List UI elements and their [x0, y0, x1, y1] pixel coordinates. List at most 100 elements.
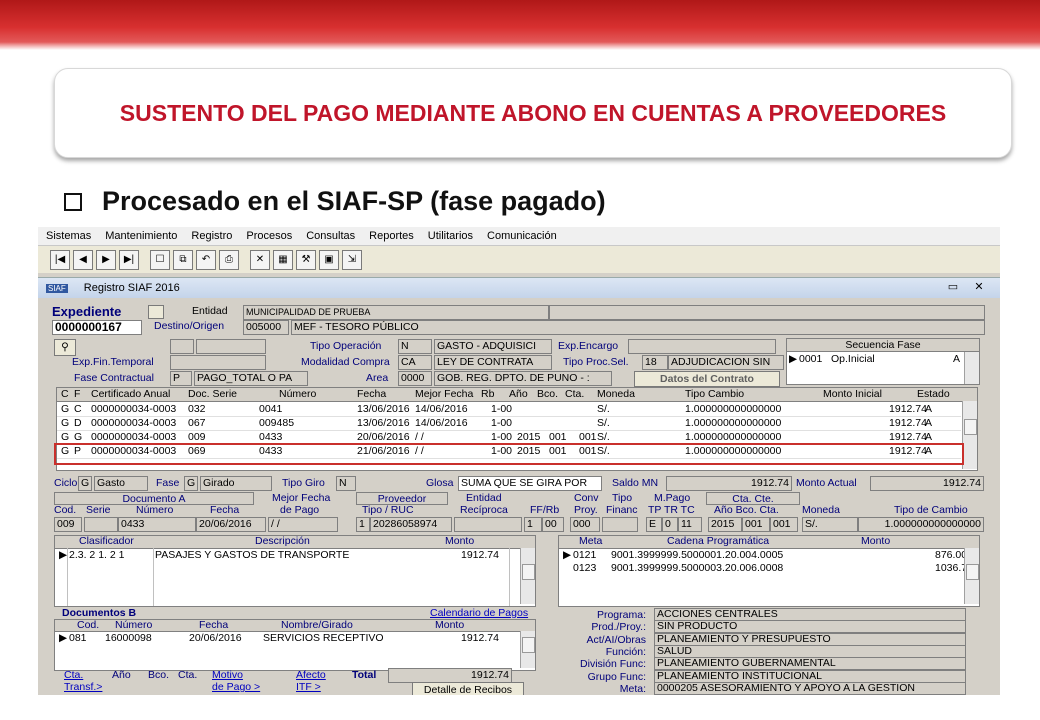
doc-numero-field[interactable]: 0433 [118, 517, 196, 532]
menu-sistemas[interactable]: Sistemas [46, 230, 91, 242]
menu-mantenimiento[interactable]: Mantenimiento [105, 230, 177, 242]
restore-button[interactable]: ▭ [942, 280, 964, 295]
clasificador-row[interactable]: ▶ 2.3. 2 1. 2 1 PASAJES Y GASTOS DE TRAN… [59, 548, 509, 562]
doc-cta-field[interactable]: 001 [770, 517, 798, 532]
itf-link[interactable]: ITF > [296, 681, 321, 694]
saldo-value[interactable]: 1912.74 [666, 476, 792, 491]
documento-b-row[interactable]: ▶ 081 16000098 20/06/2016 SERVICIOS RECE… [59, 631, 509, 645]
grid-row[interactable]: G C 0000000034-0003 032 0041 13/06/2016 14/06/… [57, 402, 961, 417]
prog-value[interactable]: 0000205 ASESORAMIENTO Y APOYO A LA GESTI… [654, 681, 966, 695]
secuencia-row[interactable]: ▶ 0001 Op.Inicial A [789, 352, 960, 366]
transf-link[interactable]: Transf.> [64, 681, 102, 694]
copy-icon[interactable]: ⧉ [173, 249, 193, 270]
tipo-proc-code[interactable]: 18 [642, 355, 668, 370]
prog-value[interactable]: PLANEAMIENTO Y PRESUPUESTO [654, 632, 966, 646]
doc-tipo-prov-field[interactable]: 1 [356, 517, 370, 532]
datos-contrato-button[interactable]: Datos del Contrato [634, 371, 780, 387]
menu-comunicacion[interactable]: Comunicación [487, 230, 557, 242]
menu-consultas[interactable]: Consultas [306, 230, 355, 242]
expediente-lookup-button[interactable] [148, 305, 164, 319]
doc-reciproca-field[interactable] [454, 517, 522, 532]
new-document-icon[interactable]: ☐ [150, 249, 170, 270]
menu-utilitarios[interactable]: Utilitarios [428, 230, 473, 242]
prog-value[interactable]: PLANEAMIENTO INSTITUCIONAL [654, 669, 966, 683]
save-icon[interactable]: ▣ [319, 249, 339, 270]
destino-name[interactable]: MEF - TESORO PÚBLICO [291, 320, 985, 335]
doc-ff-field[interactable]: 1 [524, 517, 542, 532]
prog-value[interactable]: SIN PRODUCTO [654, 620, 966, 634]
tipo-proc-value[interactable]: ADJUDICACION SIN [668, 355, 784, 370]
modalidad-code[interactable]: CA [398, 355, 432, 370]
doc-ruc-field[interactable]: 20286058974 [370, 517, 452, 532]
delete-icon[interactable]: ✕ [250, 249, 270, 270]
meta-scrollbar[interactable] [964, 548, 979, 604]
tipo-giro-code[interactable]: N [336, 476, 356, 491]
meta-scroll-thumb[interactable] [966, 564, 979, 580]
de-pago-link[interactable]: de Pago > [212, 681, 260, 694]
fase-code[interactable]: G [184, 476, 198, 491]
last-record-icon[interactable]: ▶| [119, 249, 139, 270]
doc-bco-field[interactable]: 001 [742, 517, 770, 532]
doc-serie-field[interactable] [84, 517, 118, 532]
secuencia-scrollbar[interactable] [964, 352, 979, 384]
doc-fecha-label: Fecha [210, 504, 240, 516]
undo-icon[interactable]: ↶ [196, 249, 216, 270]
detalle-recibos-button[interactable]: Detalle de Recibos [412, 682, 524, 695]
doc-moneda-field[interactable]: S/. [802, 517, 858, 532]
meta-row[interactable]: ▶ 0121 9001.3999999.5000001.20.004.0005 876… [563, 548, 967, 562]
doc-tp-field[interactable]: E [646, 517, 662, 532]
prog-value[interactable]: PLANEAMIENTO GUBERNAMENTAL [654, 657, 966, 671]
binoculars-icon[interactable]: ⚲ [54, 339, 76, 356]
doc-conv-field[interactable]: 000 [570, 517, 600, 532]
documentos-b-scrollbar[interactable] [520, 631, 535, 668]
ciclo-value[interactable]: Gasto [94, 476, 148, 491]
tipo-operacion-code[interactable]: N [398, 339, 432, 354]
menu-reportes[interactable]: Reportes [369, 230, 414, 242]
prog-value[interactable]: ACCIONES CENTRALES [654, 608, 966, 621]
close-button[interactable]: ✕ [968, 280, 990, 295]
area-code[interactable]: 0000 [398, 371, 432, 386]
exp-encargo-field[interactable] [628, 339, 776, 354]
doc-fecha-field[interactable]: 20/06/2016 [196, 517, 266, 532]
exit-icon[interactable]: ⇲ [342, 249, 362, 270]
grid-row[interactable]: G D 0000000034-0003 067 009485 13/06/2016 14/0… [57, 416, 961, 431]
doc-tc-field[interactable]: 11 [678, 517, 702, 532]
grid-icon[interactable]: ▦ [273, 249, 293, 270]
area-value[interactable]: GOB. REG. DPTO. DE PUNO - : [434, 371, 612, 386]
doc-cod-field[interactable]: 009 [54, 517, 82, 532]
doc-anio-field[interactable]: 2015 [708, 517, 742, 532]
doc-financ-field[interactable] [602, 517, 638, 532]
tools-icon[interactable]: ⚒ [296, 249, 316, 270]
fase-value[interactable]: Girado [200, 476, 272, 491]
destino-code[interactable]: 005000 [243, 320, 289, 335]
meta-row[interactable]: 0123 9001.3999999.5000003.20.006.0008 1036… [563, 561, 973, 575]
clasificador-scroll-thumb[interactable] [522, 564, 535, 580]
doc-tipo-cambio-field[interactable]: 1.000000000000000 [858, 517, 984, 532]
prev-record-icon[interactable]: ◀ [73, 249, 93, 270]
documentos-b-scroll-thumb[interactable] [522, 637, 535, 653]
print-icon[interactable]: ⎙ [219, 249, 239, 270]
monto-actual-value[interactable]: 1912.74 [870, 476, 984, 491]
clasificador-scrollbar[interactable] [520, 548, 535, 604]
doc-rb-field[interactable]: 00 [542, 517, 564, 532]
grid-scrollbar[interactable] [962, 401, 977, 469]
doc-tr-field[interactable]: 0 [662, 517, 678, 532]
glosa-field[interactable]: SUMA QUE SE GIRA POR [458, 476, 602, 491]
fase-contractual-value[interactable]: PAGO_TOTAL O PA [194, 371, 308, 386]
area-label: Area [366, 372, 389, 384]
doc-mejor-fecha-field[interactable]: / / [268, 517, 338, 532]
total-field[interactable]: 1912.74 [388, 668, 512, 683]
expediente-number[interactable]: 0000000167 [52, 320, 142, 335]
menu-registro[interactable]: Registro [191, 230, 232, 242]
prog-value[interactable]: SALUD [654, 644, 966, 658]
next-record-icon[interactable]: ▶ [96, 249, 116, 270]
modalidad-value[interactable]: LEY DE CONTRATA [434, 355, 552, 370]
tipo-operacion-value[interactable]: GASTO - ADQUISICI [434, 339, 552, 354]
fin-temporal-field[interactable] [170, 355, 266, 370]
menu-procesos[interactable]: Procesos [246, 230, 292, 242]
entidad-field[interactable]: MUNICIPALIDAD DE PRUEBA [243, 305, 549, 320]
first-record-icon[interactable]: |◀ [50, 249, 70, 270]
grid-scroll-thumb[interactable] [964, 419, 977, 435]
fase-contractual-code[interactable]: P [170, 371, 192, 386]
ciclo-code[interactable]: G [78, 476, 92, 491]
